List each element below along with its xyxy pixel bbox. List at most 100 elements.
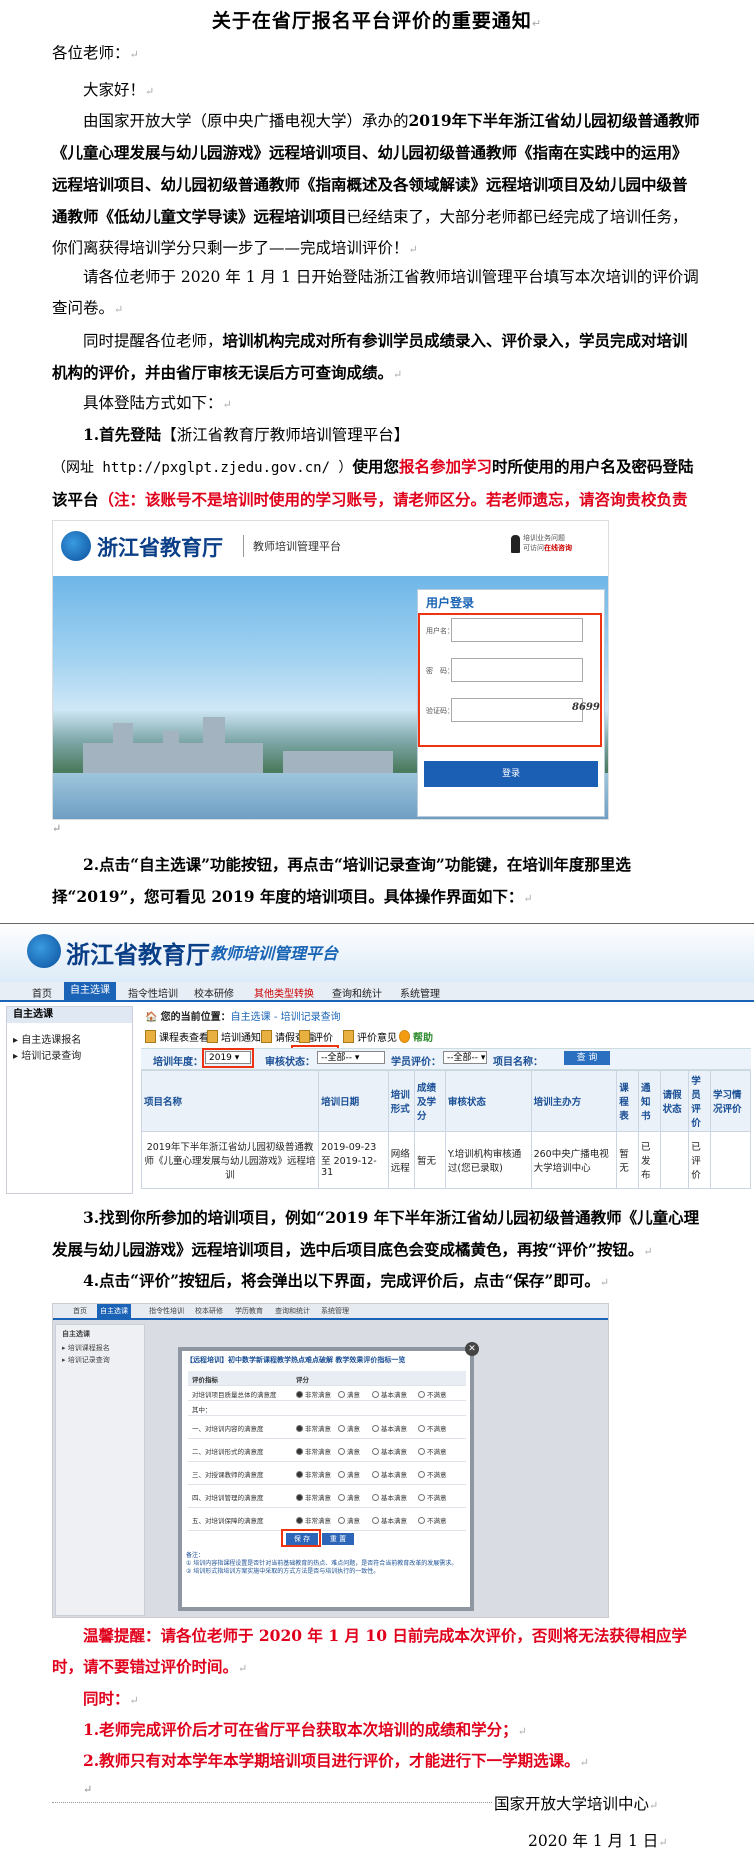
captcha-row: 验证码：	[426, 707, 454, 715]
reminder-paragraph: 同时提醒各位老师，培训机构完成对所有参训学员成绩录入、评价录入，学员完成对培训机…	[52, 331, 688, 382]
list-item: 一、对培训内容的满意度 非常满意 满意 基本满意 不满意	[188, 1416, 466, 1439]
captcha-input[interactable]: 8699	[451, 698, 600, 722]
nav-query-stats[interactable]: 查询和统计	[332, 985, 382, 1000]
nav-home[interactable]: 首页	[32, 985, 52, 1000]
captcha-image[interactable]: 8699	[572, 702, 600, 713]
login-brand: 浙江省教育厅	[97, 536, 223, 560]
table-row[interactable]: 2019年下半年浙江省幼儿园初级普通教师《儿童心理发展与幼儿园游戏》远程培训 2…	[140, 1131, 752, 1189]
tower	[113, 723, 133, 773]
radio-basic[interactable]: 基本满意	[372, 1446, 407, 1456]
radio-very-satisfied[interactable]: 非常满意	[296, 1515, 331, 1525]
nav-query-stats[interactable]: 查询和统计	[275, 1306, 310, 1316]
evaluate-button[interactable]: 评价	[299, 1029, 333, 1044]
notice-icon	[207, 1030, 218, 1043]
also-item-1: 1.老师完成评价后才可在省厅平台获取本次培训的成绩和学分；↵	[83, 1720, 527, 1739]
radio-very-satisfied[interactable]: 非常满意	[296, 1446, 331, 1456]
help-button[interactable]: 帮助	[399, 1029, 433, 1044]
audit-select[interactable]: --全部-- ▾	[317, 1051, 385, 1064]
cell-audit: Y.培训机构审核通过(您已录取)	[444, 1131, 532, 1189]
cell-study	[709, 1131, 752, 1189]
save-button[interactable]: 保 存	[286, 1533, 318, 1545]
project-name-label: 项目名称：	[493, 1057, 543, 1068]
list-item: 其中：	[188, 1401, 466, 1416]
nav-school-research[interactable]: 校本研修	[194, 985, 234, 1000]
password-row: 密 码：	[426, 667, 454, 675]
also-heading: 同时：↵	[83, 1689, 139, 1708]
radio-satisfied[interactable]: 满意	[338, 1492, 360, 1502]
login-button[interactable]: 登录	[424, 761, 598, 787]
radio-very-satisfied[interactable]: 非常满意	[296, 1389, 331, 1399]
help-icon	[399, 1030, 410, 1043]
header-divider	[243, 535, 244, 557]
reset-button[interactable]: 重 置	[322, 1533, 354, 1545]
eval-select[interactable]: --全部-- ▾	[443, 1051, 487, 1064]
nav-home[interactable]: 首页	[73, 1306, 87, 1316]
radio-unsatisfied[interactable]: 不满意	[418, 1446, 447, 1456]
radio-satisfied[interactable]: 满意	[338, 1423, 360, 1433]
nav-self-select[interactable]: 自主选课	[64, 982, 116, 1000]
nav-other-conversion[interactable]: 其他类型转换	[254, 985, 314, 1000]
col-project: 项目名称	[140, 1070, 320, 1132]
tower	[163, 731, 179, 773]
query-button[interactable]: 查 询	[564, 1051, 610, 1065]
training-record-screenshot: 浙江省教育厅 教师培训管理平台 首页 自主选课 指令性培训 校本研修 其他类型转…	[0, 923, 754, 1196]
radio-satisfied[interactable]: 满意	[338, 1515, 360, 1525]
wrench-icon	[299, 1030, 310, 1043]
table-header-row: 项目名称 培训日期 培训形式 成绩及学分 审核状态 培训主办方 课程表 通知书 …	[140, 1070, 752, 1132]
radio-very-satisfied[interactable]: 非常满意	[296, 1469, 331, 1479]
eval-label: 学员评价：	[391, 1057, 441, 1068]
username-row: 用户名：	[426, 627, 454, 635]
year-highlight-box	[202, 1048, 254, 1068]
list-item: 四、对培训管理的满意度 非常满意 满意 基本满意 不满意	[188, 1485, 466, 1508]
sidebar-item-enroll[interactable]: ▸ 自主选课报名	[13, 1031, 81, 1046]
radio-unsatisfied[interactable]: 不满意	[418, 1515, 447, 1525]
sidebar-item-record-query[interactable]: ▸ 培训记录查询	[13, 1047, 81, 1062]
col-form: 培训形式	[387, 1070, 416, 1132]
username-input[interactable]	[451, 618, 583, 642]
cell-project[interactable]: 2019年下半年浙江省幼儿园初级普通教师《儿童心理发展与幼儿园游戏》远程培训	[140, 1131, 320, 1189]
nav-school-research[interactable]: 校本研修	[195, 1306, 223, 1316]
schedule-view-button[interactable]: 课程表查看	[145, 1029, 209, 1044]
city-skyline	[283, 751, 393, 773]
paragraph-mark: ↵	[83, 1783, 93, 1796]
radio-basic[interactable]: 基本满意	[372, 1423, 407, 1433]
sidebar-item-enroll[interactable]: ▸ 培训课程报名	[62, 1343, 110, 1353]
nav-system[interactable]: 系统管理	[321, 1306, 349, 1316]
radio-very-satisfied[interactable]: 非常满意	[296, 1423, 331, 1433]
radio-basic[interactable]: 基本满意	[372, 1492, 407, 1502]
radio-unsatisfied[interactable]: 不满意	[418, 1389, 447, 1399]
col-schedule: 课程表	[616, 1070, 639, 1132]
radio-satisfied[interactable]: 满意	[338, 1469, 360, 1479]
radio-very-satisfied[interactable]: 非常满意	[296, 1492, 331, 1502]
nav-degree-education[interactable]: 学历教育	[235, 1306, 263, 1316]
col-score: 成绩及学分	[414, 1070, 446, 1132]
radio-unsatisfied[interactable]: 不满意	[418, 1469, 447, 1479]
radio-unsatisfied[interactable]: 不满意	[418, 1492, 447, 1502]
radio-basic[interactable]: 基本满意	[372, 1469, 407, 1479]
cell-score: 暂无	[414, 1131, 446, 1189]
nav-directive-training[interactable]: 指令性培训	[149, 1306, 184, 1316]
step-4-paragraph: 4.点击“评价”按钮后，将会弹出以下界面，完成评价后，点击“保存”即可。↵	[83, 1271, 610, 1290]
sidebar-item-record-query[interactable]: ▸ 培训记录查询	[62, 1355, 110, 1365]
cell-date: 2019-09-23 至 2019-12-31	[318, 1131, 389, 1189]
cell-eval: 已评价	[688, 1131, 711, 1189]
radio-basic[interactable]: 基本满意	[372, 1515, 407, 1525]
radio-satisfied[interactable]: 满意	[338, 1446, 360, 1456]
col-eval: 学员评价	[688, 1070, 711, 1132]
cell-notice: 已发布	[637, 1131, 661, 1189]
evaluation-comment-button[interactable]: 评价意见	[343, 1029, 397, 1044]
leave-icon	[261, 1030, 272, 1043]
online-consult-link[interactable]: 在线咨询	[544, 544, 572, 552]
radio-basic[interactable]: 基本满意	[372, 1389, 407, 1399]
radio-unsatisfied[interactable]: 不满意	[418, 1423, 447, 1433]
sidebar-title: 自主选课	[62, 1330, 90, 1338]
greeting: 各位老师：↵	[52, 44, 139, 62]
nav-directive-training[interactable]: 指令性培训	[128, 985, 178, 1000]
nav-self-select[interactable]: 自主选课	[97, 1304, 131, 1318]
record-header: 浙江省教育厅 教师培训管理平台	[0, 924, 754, 982]
password-input[interactable]	[451, 658, 583, 682]
radio-satisfied[interactable]: 满意	[338, 1389, 360, 1399]
evaluation-popup: ✕ 【远程培训】初中数学新课程教学热点难点破解 教学效果评价指标一览 评价指标评…	[178, 1342, 479, 1611]
close-icon[interactable]: ✕	[465, 1342, 479, 1356]
nav-system[interactable]: 系统管理	[400, 985, 440, 1000]
